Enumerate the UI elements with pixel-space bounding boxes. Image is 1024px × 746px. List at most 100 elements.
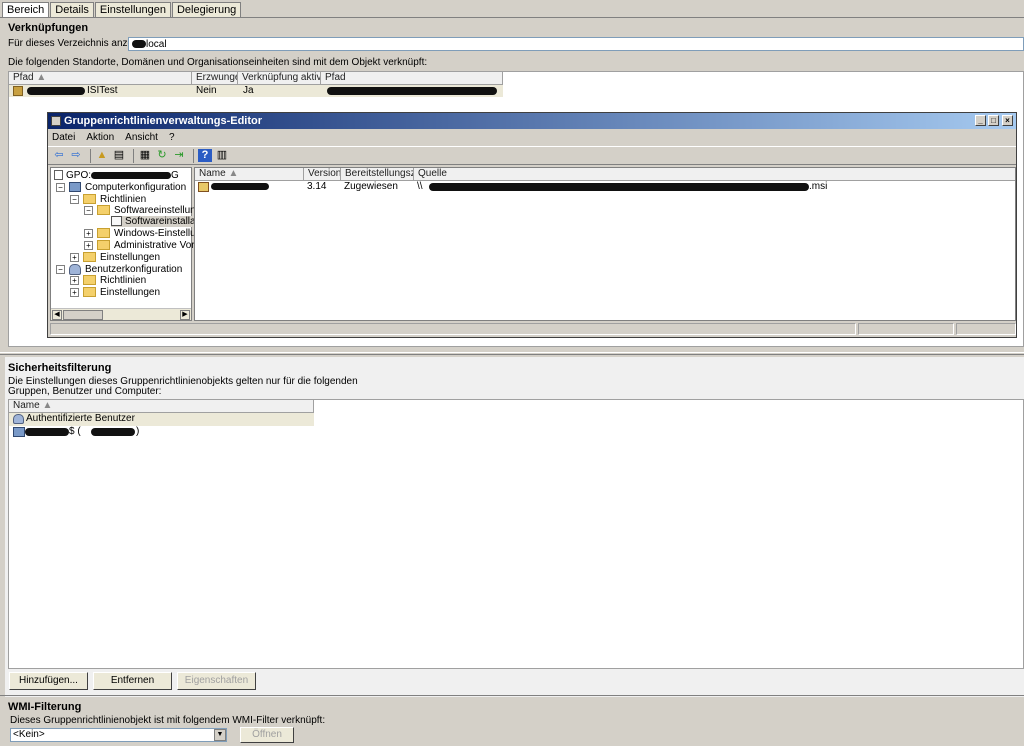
scroll-right-icon[interactable]: ▶ <box>180 310 190 320</box>
expand-icon[interactable]: + <box>70 287 79 297</box>
editor-title: Gruppenrichtlinienverwaltungs-Editor <box>64 115 263 127</box>
security-title: Sicherheitsfilterung <box>8 362 112 374</box>
export-icon[interactable]: ⇥ <box>172 149 186 162</box>
tab-strip: Bereich Details Einstellungen Delegierun… <box>2 2 242 18</box>
col-verknuepfung[interactable]: Verknüpfung aktiviert <box>238 72 321 84</box>
col-source[interactable]: Quelle <box>414 168 1014 180</box>
chevron-down-icon[interactable]: ▼ <box>214 729 226 741</box>
show-tree-icon[interactable]: ▤ <box>112 149 126 162</box>
col-name[interactable]: Name ▲ <box>195 168 304 180</box>
table-row[interactable]: ISITest Nein Ja <box>9 85 503 97</box>
security-list[interactable]: Name ▲ Authentifizierte Benutzer $ ( ) <box>8 399 1024 669</box>
statusbar <box>50 323 1016 336</box>
editor-toolbar: ⇦ ⇨ ▲ ▤ ▦ ↻ ⇥ ? ▥ <box>48 146 1016 165</box>
security-list-header: Name ▲ <box>9 400 314 413</box>
col-pfad[interactable]: Pfad ▲ <box>9 72 192 84</box>
expand-icon[interactable]: + <box>84 240 93 250</box>
menu-ansicht[interactable]: Ansicht <box>125 129 158 146</box>
gpo-icon <box>54 170 63 181</box>
computer-icon <box>69 182 81 193</box>
redacted-block <box>91 428 135 436</box>
tab-details[interactable]: Details <box>50 2 94 18</box>
row-source-suffix: .msi <box>809 181 828 192</box>
tree-user-settings[interactable]: + Einstellungen <box>70 287 160 298</box>
tab-einstellungen[interactable]: Einstellungen <box>94 2 171 18</box>
tab-delegierung[interactable]: Delegierung <box>171 2 242 18</box>
menu-aktion[interactable]: Aktion <box>86 129 114 146</box>
tree-software-install[interactable]: Softwareinstallatio <box>111 216 207 227</box>
col-version[interactable]: Version <box>304 168 341 180</box>
result-pane[interactable]: Name ▲ Version Bereitstellungsz... Quell… <box>194 167 1016 321</box>
status-cell <box>858 323 954 335</box>
software-install-icon <box>111 216 122 227</box>
list-item-label-b: ) <box>136 426 140 437</box>
expand-icon[interactable]: + <box>84 228 93 238</box>
row-enforced: Nein <box>196 85 217 96</box>
tree-pane[interactable]: GPO: G − Computerkonfiguration − Richtlinie… <box>50 167 219 321</box>
menu-datei[interactable]: Datei <box>52 129 75 146</box>
tree-computer-config[interactable]: − Computerkonfiguration <box>56 182 186 193</box>
col-erzwungen[interactable]: Erzwungen <box>192 72 238 84</box>
up-folder-icon[interactable]: ▲ <box>95 149 109 162</box>
collapse-icon[interactable]: − <box>56 182 65 192</box>
result-list-header: Name ▲ Version Bereitstellungsz... Quell… <box>195 168 1015 181</box>
wmi-description: Dieses Gruppenrichtlinienobjekt ist mit … <box>10 715 326 726</box>
computer-icon <box>13 427 25 437</box>
collapse-icon[interactable]: − <box>70 194 79 204</box>
table-row[interactable]: 3.14 Zugewiesen \\ .msi <box>195 181 1015 193</box>
group-icon <box>13 414 24 424</box>
pane-splitter[interactable] <box>0 352 1024 355</box>
maximize-icon[interactable]: □ <box>988 115 999 126</box>
toolbar-separator <box>90 148 91 163</box>
forward-icon[interactable]: ⇨ <box>69 149 83 162</box>
links-list-header: Pfad ▲ Erzwungen Verknüpfung aktiviert P… <box>9 72 503 85</box>
add-button[interactable]: Hinzufügen... <box>9 672 88 690</box>
dir-input[interactable]: local <box>128 37 1024 51</box>
tab-divider <box>0 17 1024 18</box>
ou-icon <box>13 86 23 96</box>
refresh-icon[interactable]: ↻ <box>155 149 169 162</box>
action-pane-icon[interactable]: ▥ <box>215 149 229 162</box>
list-item[interactable]: $ ( ) <box>9 426 314 439</box>
row-source-prefix: \\ <box>417 181 423 192</box>
properties-icon[interactable]: ▦ <box>138 149 152 162</box>
col-deployment[interactable]: Bereitstellungsz... <box>341 168 414 180</box>
status-cell <box>50 323 856 335</box>
wmi-selected: <Kein> <box>13 729 45 740</box>
tab-bereich[interactable]: Bereich <box>2 2 50 18</box>
tree-settings[interactable]: + Einstellungen <box>70 252 160 263</box>
close-icon[interactable]: × <box>1002 115 1013 126</box>
scroll-thumb[interactable] <box>63 310 103 320</box>
help-icon[interactable]: ? <box>198 149 212 162</box>
col-pfad2[interactable]: Pfad <box>321 72 503 84</box>
minimize-icon[interactable]: _ <box>975 115 986 126</box>
tree-policies[interactable]: − Richtlinien <box>70 194 146 205</box>
tree-user-config[interactable]: − Benutzerkonfiguration <box>56 264 182 275</box>
links-title: Verknüpfungen <box>8 22 89 34</box>
folder-icon <box>97 240 110 251</box>
collapse-icon[interactable]: − <box>56 265 65 274</box>
wmi-filter-select[interactable]: <Kein> ▼ <box>10 728 227 742</box>
tree-scrollbar[interactable]: ◀ ▶ <box>51 308 191 320</box>
menu-help[interactable]: ? <box>169 129 175 146</box>
tree-user-policies[interactable]: + Richtlinien <box>70 275 146 286</box>
collapse-icon[interactable]: − <box>84 205 93 215</box>
back-icon[interactable]: ⇦ <box>52 149 66 162</box>
expand-icon[interactable]: + <box>70 252 79 262</box>
row-enabled: Ja <box>243 85 254 96</box>
redacted-block <box>132 40 146 48</box>
col-sec-name[interactable]: Name ▲ <box>9 400 314 412</box>
scroll-left-icon[interactable]: ◀ <box>52 310 62 320</box>
list-item[interactable]: Authentifizierte Benutzer <box>9 413 314 426</box>
tree-root[interactable]: GPO: G <box>54 170 179 181</box>
folder-icon <box>97 205 110 216</box>
remove-button[interactable]: Entfernen <box>93 672 172 690</box>
editor-titlebar[interactable]: Gruppenrichtlinienverwaltungs-Editor _ □… <box>48 113 1016 129</box>
open-button[interactable]: Öffnen <box>240 727 294 743</box>
row-deployment: Zugewiesen <box>344 181 398 192</box>
status-cell <box>956 323 1016 335</box>
gpo-editor-window[interactable]: Gruppenrichtlinienverwaltungs-Editor _ □… <box>47 112 1017 338</box>
folder-icon <box>83 287 96 298</box>
properties-button[interactable]: Eigenschaften <box>177 672 256 690</box>
expand-icon[interactable]: + <box>70 275 79 285</box>
